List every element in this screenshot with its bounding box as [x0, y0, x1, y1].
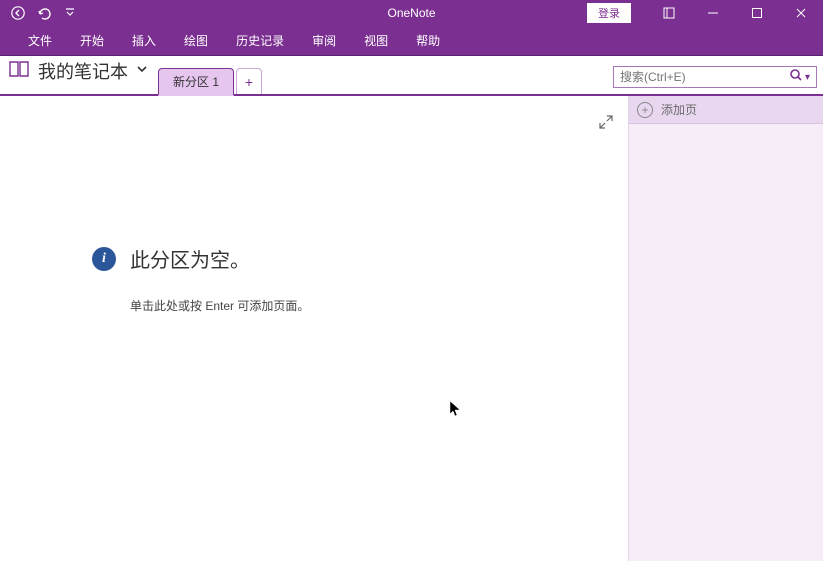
empty-heading-row: i 此分区为空。: [92, 244, 309, 273]
ribbon-tab-help[interactable]: 帮助: [402, 26, 454, 56]
search-box[interactable]: ▾: [613, 66, 817, 88]
ribbon-display-options-button[interactable]: [647, 0, 691, 26]
login-button[interactable]: 登录: [587, 3, 631, 23]
empty-subtitle: 单击此处或按 Enter 可添加页面。: [130, 297, 309, 314]
search-wrap: ▾: [609, 62, 823, 94]
notebook-name: 我的笔记本: [38, 58, 128, 84]
add-section-button[interactable]: +: [236, 68, 262, 94]
info-icon: i: [92, 247, 116, 271]
section-tab-label: 新分区 1: [173, 73, 219, 90]
notebook-icon: [8, 59, 30, 84]
body: i 此分区为空。 单击此处或按 Enter 可添加页面。 + 添加页: [0, 96, 823, 561]
notebook-bar: 我的笔记本 新分区 1 + ▾: [0, 56, 823, 96]
plus-icon: +: [245, 74, 253, 90]
page-list-panel: + 添加页: [628, 96, 823, 561]
ribbon-tab-history[interactable]: 历史记录: [222, 26, 298, 56]
ribbon-tabs: 文件 开始 插入 绘图 历史记录 审阅 视图 帮助: [0, 26, 823, 56]
ribbon-tab-insert[interactable]: 插入: [118, 26, 170, 56]
plus-circle-icon: +: [637, 102, 653, 118]
qat-customize-button[interactable]: [58, 2, 82, 24]
add-page-label: 添加页: [661, 101, 697, 118]
notebook-selector[interactable]: 我的笔记本: [0, 54, 158, 94]
chevron-down-icon: [136, 62, 148, 80]
titlebar-right: 登录: [587, 0, 823, 26]
app-window: OneNote 登录 文件 开始 插入 绘图 历史记录 审阅 视图 帮助: [0, 0, 823, 561]
expand-button[interactable]: [598, 114, 614, 135]
empty-section-message: i 此分区为空。 单击此处或按 Enter 可添加页面。: [92, 244, 309, 314]
back-button[interactable]: [6, 2, 30, 24]
section-tabs: 新分区 1 +: [158, 56, 262, 94]
ribbon-tab-home[interactable]: 开始: [66, 26, 118, 56]
empty-title: 此分区为空。: [130, 244, 250, 273]
quick-access-toolbar: [0, 2, 82, 24]
page-canvas[interactable]: i 此分区为空。 单击此处或按 Enter 可添加页面。: [0, 96, 628, 561]
mouse-cursor: [449, 400, 463, 423]
close-button[interactable]: [779, 0, 823, 26]
minimize-button[interactable]: [691, 0, 735, 26]
section-tab-active[interactable]: 新分区 1: [158, 68, 234, 96]
add-page-button[interactable]: + 添加页: [629, 96, 823, 124]
ribbon-tab-draw[interactable]: 绘图: [170, 26, 222, 56]
ribbon-tab-view[interactable]: 视图: [350, 26, 402, 56]
ribbon-tab-review[interactable]: 审阅: [298, 26, 350, 56]
title-bar: OneNote 登录: [0, 0, 823, 26]
maximize-button[interactable]: [735, 0, 779, 26]
search-icon: [789, 68, 803, 87]
undo-button[interactable]: [32, 2, 56, 24]
search-input[interactable]: [620, 70, 789, 84]
search-dropdown-icon[interactable]: ▾: [803, 72, 812, 83]
ribbon-tab-file[interactable]: 文件: [14, 26, 66, 56]
